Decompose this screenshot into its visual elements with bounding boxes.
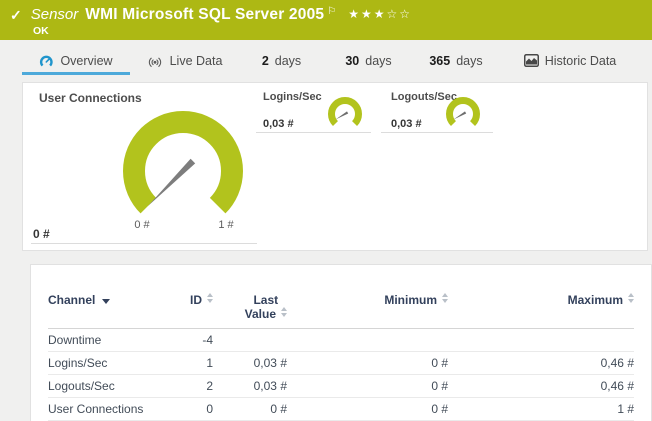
col-header-label: Channel (48, 293, 95, 307)
tab-overview[interactable]: Overview (22, 52, 130, 69)
gauge-arc (134, 122, 232, 206)
channel-cell: Logins/Sec (48, 352, 168, 375)
status-badge: OK (33, 25, 49, 37)
id-cell: 2 (168, 375, 213, 398)
col-header-channel[interactable]: Channel (48, 291, 168, 329)
ok-check-icon: ✓ (10, 7, 22, 24)
col-header-label: Minimum (384, 293, 437, 307)
sensor-status-bar: ✓ Sensor WMI Microsoft SQL Server 2005 ⚐… (0, 0, 652, 40)
gauge-max-label: 1 # (204, 219, 248, 231)
broadcast-icon (146, 54, 164, 67)
table-row[interactable]: Downtime -4 (48, 329, 634, 352)
mini-gauge-logouts-value: 0,03 # (391, 118, 422, 130)
priority-stars[interactable]: ★★★☆☆ (348, 7, 412, 21)
table-row[interactable]: User Connections 0 0 # 0 # 1 # (48, 398, 634, 421)
maximum-cell (448, 329, 634, 352)
channel-cell: Downtime (48, 329, 168, 352)
gauge-arc (332, 101, 359, 124)
table-row[interactable]: Logins/Sec 1 0,03 # 0 # 0,46 # (48, 352, 634, 375)
sensor-header-line: ✓ Sensor WMI Microsoft SQL Server 2005 ⚐… (10, 6, 412, 24)
flag-icon[interactable]: ⚐ (327, 6, 336, 17)
minimum-cell: 0 # (287, 398, 448, 421)
minimum-cell: 0 # (287, 352, 448, 375)
mini-gauge-logins (327, 97, 363, 133)
tab-historic-data[interactable]: Historic Data (500, 52, 640, 69)
star-icon[interactable]: ☆ (386, 7, 399, 21)
divider (31, 243, 257, 244)
sort-icon (207, 293, 213, 303)
col-header-id[interactable]: ID (168, 291, 213, 329)
channels-table: Channel ID Last Value Minimum Maximum (48, 291, 634, 421)
mini-gauge-logins-title: Logins/Sec (263, 91, 322, 103)
sort-icon (628, 293, 634, 303)
primary-gauge-value: 0 # (33, 227, 50, 241)
sort-icon (442, 293, 448, 303)
last-value-cell: 0,03 # (213, 375, 287, 398)
minimum-cell (287, 329, 448, 352)
last-value-cell: 0 # (213, 398, 287, 421)
col-header-label: Value (245, 307, 276, 321)
tab-label: days (456, 54, 482, 68)
gauge-min-label: 0 # (120, 219, 164, 231)
primary-gauge-title: User Connections (39, 91, 142, 105)
table-row[interactable]: Logouts/Sec 2 0,03 # 0 # 0,46 # (48, 375, 634, 398)
tab-label: days (365, 54, 391, 68)
star-icon[interactable]: ★ (374, 7, 387, 21)
id-cell: 0 (168, 398, 213, 421)
gauge-needle (454, 111, 467, 119)
gauge-panel: User Connections 0 # 1 # 0 # Logins/Sec … (22, 82, 648, 251)
col-header-label: Maximum (568, 293, 623, 307)
col-header-label: Last (253, 293, 278, 307)
tab-label: Live Data (170, 54, 223, 68)
tab-label: Historic Data (545, 54, 617, 68)
gauge-needle (148, 159, 195, 206)
chart-icon (524, 54, 539, 67)
tab-bar: Overview Live Data 2 days 30 days 365 da… (22, 52, 640, 69)
id-cell: 1 (168, 352, 213, 375)
tab-365-days[interactable]: 365 days (412, 52, 500, 69)
col-header-label: ID (190, 293, 202, 307)
gauge-icon (39, 54, 54, 68)
last-value-cell: 0,03 # (213, 352, 287, 375)
tab-number: 365 (429, 54, 450, 68)
channel-cell: User Connections (48, 398, 168, 421)
star-icon[interactable]: ☆ (399, 7, 412, 21)
star-icon[interactable]: ★ (361, 7, 374, 21)
mini-gauge-logins-value: 0,03 # (263, 118, 294, 130)
tab-number: 30 (345, 54, 359, 68)
primary-gauge (121, 107, 249, 223)
star-icon[interactable]: ★ (348, 7, 361, 21)
sensor-kind-label: Sensor (31, 6, 79, 23)
gauge-needle (336, 111, 349, 119)
gauge-arc (450, 101, 477, 124)
col-header-maximum[interactable]: Maximum (448, 291, 634, 329)
maximum-cell: 0,46 # (448, 352, 634, 375)
tab-30-days[interactable]: 30 days (325, 52, 412, 69)
tab-2-days[interactable]: 2 days (238, 52, 325, 69)
tab-live-data[interactable]: Live Data (130, 52, 238, 69)
maximum-cell: 1 # (448, 398, 634, 421)
sort-desc-icon (102, 299, 110, 304)
id-cell: -4 (168, 329, 213, 352)
col-header-minimum[interactable]: Minimum (287, 291, 448, 329)
maximum-cell: 0,46 # (448, 375, 634, 398)
tab-number: 2 (262, 54, 269, 68)
last-value-cell (213, 329, 287, 352)
minimum-cell: 0 # (287, 375, 448, 398)
tab-label: Overview (60, 54, 112, 68)
col-header-last-value[interactable]: Last Value (213, 291, 287, 329)
sort-icon (281, 307, 287, 317)
sensor-title: WMI Microsoft SQL Server 2005 (85, 6, 324, 24)
channel-cell: Logouts/Sec (48, 375, 168, 398)
mini-gauge-logouts (445, 97, 481, 133)
tab-label: days (275, 54, 301, 68)
channels-panel: Channel ID Last Value Minimum Maximum (30, 264, 652, 421)
